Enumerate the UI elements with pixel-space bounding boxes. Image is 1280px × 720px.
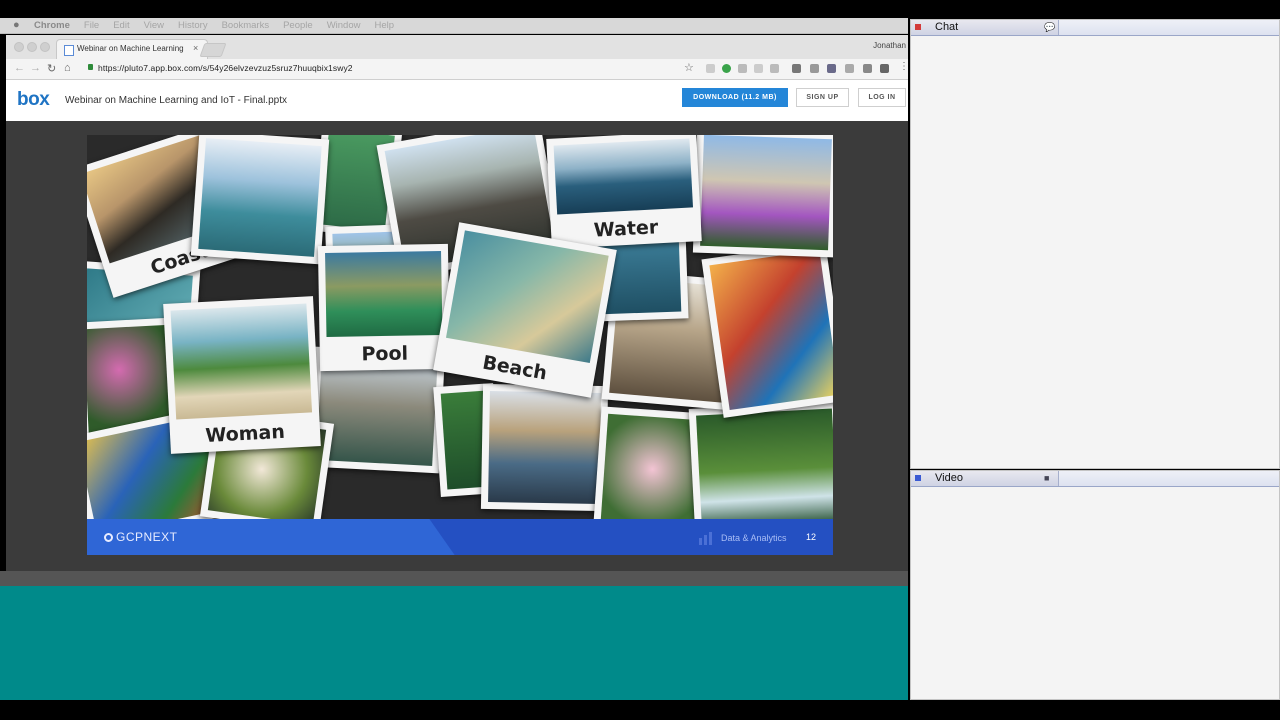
photo-card-pool: Pool: [317, 243, 451, 372]
footer-section: Data & Analytics: [721, 533, 787, 543]
menu-item-help[interactable]: Help: [374, 20, 394, 31]
back-icon[interactable]: ←: [14, 62, 25, 74]
window-zoom-button[interactable]: [40, 42, 50, 52]
extension-icon[interactable]: [792, 64, 801, 73]
url-text: https://pluto7.app.box.com/s/54y26elvzev…: [98, 63, 353, 73]
chat-panel-header[interactable]: Chat 💬: [911, 20, 1279, 36]
file-name: Webinar on Machine Learning and IoT - Fi…: [65, 95, 287, 106]
extension-icon[interactable]: [722, 64, 731, 73]
photo-card-water: Water: [546, 135, 702, 249]
box-logo[interactable]: box: [17, 89, 50, 111]
presentation-slide: Coast Water Pool Beach Woman GCPNEXT Dat…: [87, 135, 833, 555]
lock-icon: [88, 64, 93, 70]
extension-icon[interactable]: [880, 64, 889, 73]
photo-card: [480, 383, 609, 512]
viewer-bottom-bar: [0, 571, 908, 586]
panel-status-icon: [915, 24, 921, 30]
new-tab-button[interactable]: [199, 43, 227, 57]
extension-icon[interactable]: [738, 64, 747, 73]
photo-card: [692, 135, 833, 258]
apple-icon[interactable]: ●: [13, 19, 20, 31]
photo-card-woman: Woman: [163, 296, 321, 454]
address-bar[interactable]: https://pluto7.app.box.com/s/54y26elvzev…: [84, 61, 694, 76]
menu-item-view[interactable]: View: [144, 20, 164, 31]
bookmark-star-icon[interactable]: ☆: [684, 61, 694, 74]
desktop-background: [0, 586, 908, 700]
reload-icon[interactable]: ↻: [47, 62, 56, 75]
chat-panel[interactable]: Chat 💬: [910, 19, 1280, 469]
photo-caption: Pool: [361, 342, 409, 366]
menu-item-window[interactable]: Window: [327, 20, 361, 31]
extension-icon[interactable]: [706, 64, 715, 73]
window-close-button[interactable]: [14, 42, 24, 52]
tab-close-icon[interactable]: ×: [193, 43, 198, 53]
box-header: box Webinar on Machine Learning and IoT …: [6, 80, 908, 122]
photo-caption: Water: [593, 216, 659, 242]
tab-title: Webinar on Machine Learning: [77, 44, 184, 53]
menu-item-file[interactable]: File: [84, 20, 99, 31]
analytics-icon: [699, 532, 712, 545]
extension-icon[interactable]: [754, 64, 763, 73]
log-in-button[interactable]: LOG IN: [858, 88, 906, 107]
download-button[interactable]: DOWNLOAD (11.2 MB): [682, 88, 788, 107]
slide-page-number: 12: [806, 532, 817, 542]
extension-icon[interactable]: [845, 64, 854, 73]
extension-icon[interactable]: [810, 64, 819, 73]
video-camera-icon[interactable]: ■: [1044, 473, 1049, 483]
panel-status-icon: [915, 475, 921, 481]
menu-item-chrome[interactable]: Chrome: [34, 20, 70, 31]
slide-footer: GCPNEXT Data & Analytics 12: [87, 519, 833, 555]
video-panel-header[interactable]: Video ■: [911, 471, 1279, 487]
window-minimize-button[interactable]: [27, 42, 37, 52]
menu-item-edit[interactable]: Edit: [113, 20, 129, 31]
profile-name[interactable]: Jonathan: [873, 41, 906, 50]
google-cloud-icon: [104, 533, 113, 542]
chat-bubble-icon[interactable]: 💬: [1044, 22, 1055, 33]
extension-icon[interactable]: [827, 64, 836, 73]
extension-icon[interactable]: [863, 64, 872, 73]
photo-card: [190, 135, 330, 265]
photo-card: [701, 242, 833, 418]
home-icon[interactable]: ⌂: [64, 62, 71, 74]
mac-menu-bar: ● Chrome File Edit View History Bookmark…: [0, 18, 908, 34]
video-title: Video: [935, 472, 963, 484]
gcpnext-brand: GCPNEXT: [104, 530, 178, 544]
extension-icon[interactable]: [770, 64, 779, 73]
menu-item-history[interactable]: History: [178, 20, 208, 31]
browser-tab[interactable]: Webinar on Machine Learning ×: [56, 39, 208, 60]
photo-caption: Woman: [204, 420, 286, 447]
forward-icon[interactable]: →: [30, 62, 41, 74]
browser-toolbar: ← → ↻ ⌂ https://pluto7.app.box.com/s/54y…: [6, 59, 909, 80]
video-panel[interactable]: Video ■: [910, 470, 1280, 700]
gcpnext-label: GCPNEXT: [116, 530, 178, 544]
chat-title: Chat: [935, 21, 959, 33]
browser-tab-bar: Webinar on Machine Learning × Jonathan: [6, 35, 908, 60]
menu-items: Chrome File Edit View History Bookmarks …: [34, 20, 394, 31]
menu-item-people[interactable]: People: [283, 20, 313, 31]
menu-item-bookmarks[interactable]: Bookmarks: [222, 20, 270, 31]
sign-up-button[interactable]: SIGN UP: [796, 88, 849, 107]
chrome-menu-icon[interactable]: ⋮: [899, 61, 909, 72]
photo-card-beach: Beach: [433, 222, 617, 398]
box-favicon-icon: [64, 45, 74, 56]
